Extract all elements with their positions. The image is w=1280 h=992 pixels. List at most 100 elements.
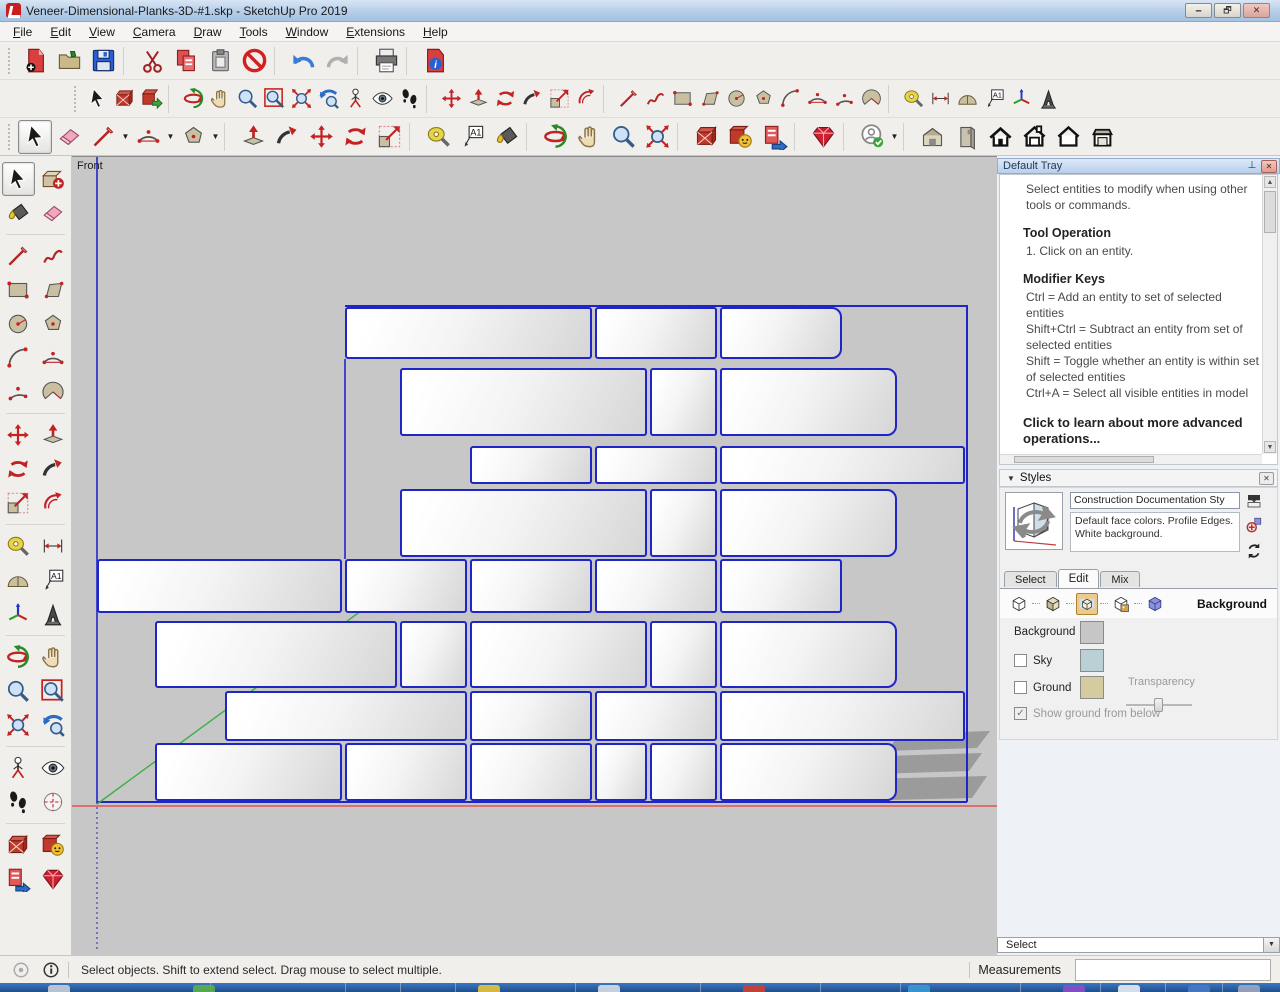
paste-icon[interactable] (203, 44, 237, 78)
dimension-icon[interactable] (37, 529, 70, 563)
plank[interactable] (345, 743, 467, 801)
freehand-icon[interactable] (37, 239, 70, 273)
three-d-text-icon[interactable] (37, 597, 70, 631)
arc-icon[interactable] (777, 85, 804, 112)
plank[interactable] (400, 368, 647, 436)
styles-panel-header[interactable]: ▼ Styles ✕ (999, 469, 1278, 487)
style-name-field[interactable]: Construction Documentation Sty (1070, 492, 1240, 509)
circle-icon[interactable] (2, 307, 35, 341)
component-shed-icon[interactable] (1085, 120, 1119, 154)
move-icon[interactable] (304, 120, 338, 154)
arcs-dropdown-icon[interactable]: ▼ (165, 132, 176, 141)
cut-icon[interactable] (135, 44, 169, 78)
update-style-icon[interactable] (1245, 542, 1265, 562)
plank[interactable] (720, 559, 842, 613)
plank[interactable] (720, 489, 897, 557)
plank[interactable] (470, 559, 592, 613)
taskbar-app-icon[interactable] (478, 985, 500, 992)
create-style-icon[interactable] (1245, 516, 1265, 536)
plank[interactable] (720, 446, 965, 484)
plank[interactable] (470, 691, 592, 741)
taskbar-app-icon[interactable] (193, 985, 215, 992)
push-pull-icon[interactable] (236, 120, 270, 154)
share-model-icon[interactable] (757, 120, 791, 154)
menu-edit[interactable]: Edit (41, 23, 80, 41)
taskbar-app-icon[interactable] (1188, 985, 1210, 992)
orbit-icon[interactable] (538, 120, 572, 154)
plank[interactable] (650, 489, 717, 557)
edge-settings-icon[interactable] (1008, 593, 1030, 615)
three-point-arc-icon[interactable] (2, 375, 35, 409)
line-icon[interactable] (86, 120, 120, 154)
component-building-icon[interactable] (949, 120, 983, 154)
shapes-dropdown-icon[interactable]: ▼ (210, 132, 221, 141)
account-dropdown-icon[interactable]: ▼ (889, 132, 900, 141)
move-icon[interactable] (438, 85, 465, 112)
3d-warehouse-icon[interactable] (2, 828, 35, 862)
look-around-icon[interactable] (37, 751, 70, 785)
rotate-icon[interactable] (338, 120, 372, 154)
rotate-icon[interactable] (492, 85, 519, 112)
scale-icon[interactable] (2, 486, 35, 520)
ground-color-swatch[interactable] (1080, 676, 1104, 699)
menu-help[interactable]: Help (414, 23, 457, 41)
ground-checkbox[interactable] (1014, 681, 1027, 694)
position-camera-icon[interactable] (342, 85, 369, 112)
plank[interactable] (720, 621, 897, 688)
component-house-iso-icon[interactable] (915, 120, 949, 154)
pan-icon[interactable] (572, 120, 606, 154)
line-dropdown-icon[interactable]: ▼ (120, 132, 131, 141)
taskbar-app-icon[interactable] (1118, 985, 1140, 992)
plank[interactable] (595, 691, 717, 741)
zoom-window-icon[interactable] (261, 85, 288, 112)
toolbar-grip[interactable] (8, 123, 13, 150)
tab-select[interactable]: Select (1004, 571, 1057, 587)
text-icon[interactable]: A1 (37, 563, 70, 597)
menu-view[interactable]: View (80, 23, 124, 41)
scroll-up-icon[interactable]: ▲ (1264, 176, 1276, 188)
offset-icon[interactable] (37, 486, 70, 520)
plank[interactable] (400, 489, 647, 557)
tab-mix[interactable]: Mix (1100, 571, 1140, 587)
line-icon[interactable] (2, 239, 35, 273)
toolbar-grip[interactable] (8, 47, 13, 74)
arc-icon[interactable] (2, 341, 35, 375)
extension-warehouse-icon[interactable] (806, 120, 840, 154)
component-garage-icon[interactable] (1017, 120, 1051, 154)
menu-tools[interactable]: Tools (231, 23, 277, 41)
plank[interactable] (595, 743, 647, 801)
scrollbar-thumb[interactable] (1264, 191, 1276, 233)
pie-icon[interactable] (37, 375, 70, 409)
plank[interactable] (720, 691, 965, 741)
menu-file[interactable]: File (4, 23, 41, 41)
taskbar-app-icon[interactable] (48, 985, 70, 992)
tray-close-icon[interactable]: ✕ (1261, 159, 1277, 173)
zoom-extents-icon[interactable] (288, 85, 315, 112)
erase-icon[interactable] (237, 44, 271, 78)
style-thumbnail[interactable] (1005, 492, 1063, 550)
walk-icon[interactable] (396, 85, 423, 112)
select-icon[interactable] (18, 119, 52, 154)
secondary-pane-icon[interactable] (1245, 492, 1265, 512)
follow-me-icon[interactable] (270, 120, 304, 154)
two-point-arc-icon[interactable] (804, 85, 831, 112)
menu-window[interactable]: Window (277, 23, 338, 41)
extension-warehouse-icon[interactable] (37, 862, 70, 896)
minimize-button[interactable]: 🗕 (1185, 3, 1212, 18)
watermark-settings-icon[interactable] (1110, 593, 1132, 615)
get-models-icon[interactable] (37, 828, 70, 862)
plank[interactable] (345, 559, 467, 613)
get-models-icon[interactable] (723, 120, 757, 154)
paint-bucket-icon[interactable] (489, 120, 523, 154)
rotate-icon[interactable] (2, 452, 35, 486)
zoom-previous-icon[interactable] (315, 85, 342, 112)
rectangle-icon[interactable] (669, 85, 696, 112)
dimension-icon[interactable] (927, 85, 954, 112)
undo-icon[interactable] (286, 44, 320, 78)
chevron-down-icon[interactable]: ▼ (1263, 938, 1279, 952)
taskbar-app-icon[interactable] (908, 985, 930, 992)
select-icon[interactable] (1, 162, 35, 196)
push-pull-icon[interactable] (37, 418, 70, 452)
walk-icon[interactable] (2, 785, 35, 819)
plank[interactable] (400, 621, 467, 688)
